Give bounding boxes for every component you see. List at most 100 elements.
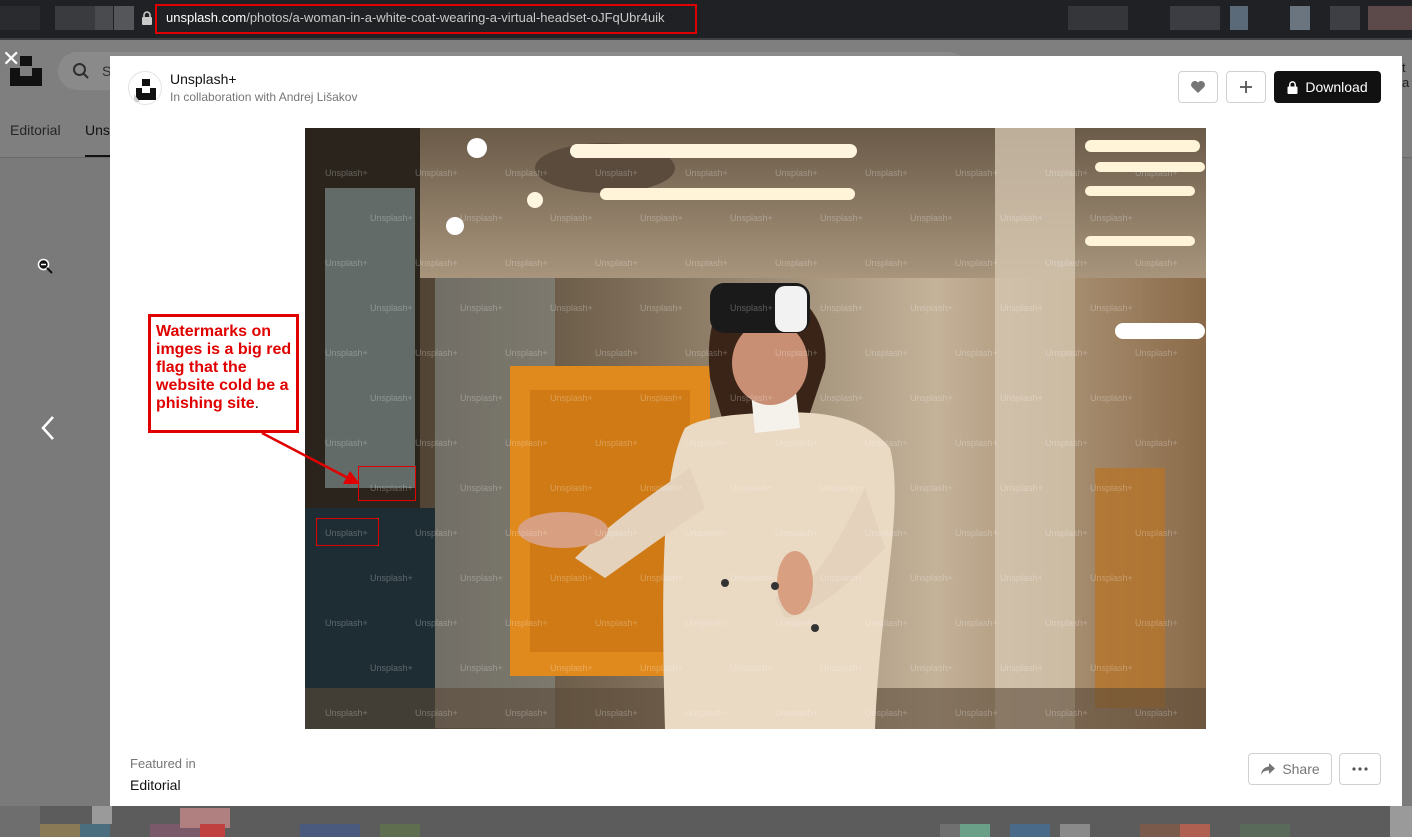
- zoom-out-icon[interactable]: [37, 258, 53, 274]
- svg-text:Unsplash+: Unsplash+: [1135, 708, 1178, 718]
- annotation-line: flag that the: [156, 359, 247, 376]
- svg-text:Unsplash+: Unsplash+: [505, 708, 548, 718]
- svg-text:Unsplash+: Unsplash+: [460, 663, 503, 673]
- active-tab-indicator: [85, 155, 110, 157]
- svg-text:Unsplash+: Unsplash+: [910, 393, 953, 403]
- svg-text:Unsplash+: Unsplash+: [640, 213, 683, 223]
- nav-tab-editorial[interactable]: Editorial: [10, 122, 61, 138]
- svg-text:Unsplash+: Unsplash+: [1090, 393, 1133, 403]
- blurred-region: [55, 6, 95, 30]
- svg-text:Unsplash+: Unsplash+: [415, 168, 458, 178]
- svg-text:Unsplash+: Unsplash+: [775, 528, 818, 538]
- svg-text:Unsplash+: Unsplash+: [415, 618, 458, 628]
- svg-text:Unsplash+: Unsplash+: [1090, 483, 1133, 493]
- main-photo[interactable]: Unsplash+ Unsplash+ Unsplash+ Unsplash+ Unsp…: [305, 128, 1206, 729]
- svg-text:Unsplash+: Unsplash+: [370, 303, 413, 313]
- svg-text:Unsplash+: Unsplash+: [1045, 258, 1088, 268]
- svg-text:Unsplash+: Unsplash+: [505, 348, 548, 358]
- blurred-region: [1330, 6, 1360, 30]
- owner-name[interactable]: Unsplash+: [170, 71, 237, 87]
- svg-text:Unsplash+: Unsplash+: [865, 528, 908, 538]
- svg-text:Unsplash+: Unsplash+: [730, 303, 773, 313]
- svg-text:Unsplash+: Unsplash+: [550, 303, 593, 313]
- svg-text:Unsplash+: Unsplash+: [685, 618, 728, 628]
- svg-text:Unsplash+: Unsplash+: [730, 213, 773, 223]
- heart-icon: [1191, 81, 1205, 93]
- more-icon: [1352, 767, 1368, 771]
- svg-text:Unsplash+: Unsplash+: [415, 348, 458, 358]
- svg-text:Unsplash+: Unsplash+: [1135, 258, 1178, 268]
- annotation-period: .: [254, 395, 260, 412]
- svg-text:Unsplash+: Unsplash+: [955, 258, 998, 268]
- svg-text:Unsplash+: Unsplash+: [595, 258, 638, 268]
- svg-text:Unsplash+: Unsplash+: [370, 393, 413, 403]
- svg-text:Unsplash+: Unsplash+: [415, 438, 458, 448]
- download-button[interactable]: Download: [1274, 71, 1381, 103]
- svg-text:Unsplash+: Unsplash+: [595, 528, 638, 538]
- svg-text:Unsplash+: Unsplash+: [955, 528, 998, 538]
- svg-text:Unsplash+: Unsplash+: [370, 213, 413, 223]
- avatar[interactable]: [128, 71, 162, 105]
- url-highlight-box: [155, 4, 697, 34]
- svg-text:Unsplash+: Unsplash+: [1090, 663, 1133, 673]
- share-button[interactable]: Share: [1248, 753, 1332, 785]
- photo-modal: Unsplash+ In collaboration with Andrej L…: [110, 56, 1402, 806]
- like-button[interactable]: [1178, 71, 1218, 103]
- svg-text:Unsplash+: Unsplash+: [865, 348, 908, 358]
- svg-text:Unsplash+: Unsplash+: [325, 168, 368, 178]
- svg-text:Unsplash+: Unsplash+: [1135, 348, 1178, 358]
- svg-text:Unsplash+: Unsplash+: [1045, 438, 1088, 448]
- blurred-region: [0, 6, 40, 30]
- photo-illustration: Unsplash+ Unsplash+ Unsplash+ Unsplash+ Unsp…: [305, 128, 1206, 729]
- svg-text:Unsplash+: Unsplash+: [820, 393, 863, 403]
- svg-text:Unsplash+: Unsplash+: [550, 663, 593, 673]
- svg-text:Unsplash+: Unsplash+: [865, 258, 908, 268]
- svg-text:Unsplash+: Unsplash+: [640, 393, 683, 403]
- svg-text:Unsplash+: Unsplash+: [775, 438, 818, 448]
- nav-tab-unsplash-plus[interactable]: Uns: [85, 122, 110, 138]
- annotation-callout: Watermarks on imges is a big red flag th…: [148, 314, 299, 433]
- svg-text:Unsplash+: Unsplash+: [640, 303, 683, 313]
- svg-text:Unsplash+: Unsplash+: [415, 708, 458, 718]
- chevron-left-icon[interactable]: [38, 414, 58, 442]
- svg-text:Unsplash+: Unsplash+: [910, 303, 953, 313]
- svg-text:Unsplash+: Unsplash+: [325, 618, 368, 628]
- svg-text:Unsplash+: Unsplash+: [550, 573, 593, 583]
- annotation-line: website cold be a: [156, 377, 289, 394]
- svg-text:Unsplash+: Unsplash+: [415, 258, 458, 268]
- featured-in-link[interactable]: Editorial: [130, 777, 181, 793]
- unsplash-plus-avatar-icon: [134, 79, 156, 102]
- svg-text:Unsplash+: Unsplash+: [865, 438, 908, 448]
- svg-text:Unsplash+: Unsplash+: [460, 393, 503, 403]
- svg-text:Unsplash+: Unsplash+: [820, 663, 863, 673]
- svg-text:Unsplash+: Unsplash+: [1045, 528, 1088, 538]
- svg-text:Unsplash+: Unsplash+: [730, 393, 773, 403]
- svg-text:Unsplash+: Unsplash+: [505, 168, 548, 178]
- svg-text:Unsplash+: Unsplash+: [1135, 438, 1178, 448]
- add-to-collection-button[interactable]: [1226, 71, 1266, 103]
- svg-text:Unsplash+: Unsplash+: [1045, 618, 1088, 628]
- svg-text:Unsplash+: Unsplash+: [685, 528, 728, 538]
- svg-text:Unsplash+: Unsplash+: [460, 483, 503, 493]
- svg-text:Unsplash+: Unsplash+: [325, 438, 368, 448]
- svg-text:Unsplash+: Unsplash+: [955, 708, 998, 718]
- svg-text:Unsplash+: Unsplash+: [1000, 663, 1043, 673]
- svg-text:Unsplash+: Unsplash+: [775, 708, 818, 718]
- blurred-region: [114, 6, 134, 30]
- lock-icon: [1287, 80, 1298, 94]
- svg-text:Unsplash+: Unsplash+: [505, 618, 548, 628]
- svg-text:Unsplash+: Unsplash+: [1135, 168, 1178, 178]
- svg-text:Unsplash+: Unsplash+: [1000, 213, 1043, 223]
- svg-text:Unsplash+: Unsplash+: [595, 168, 638, 178]
- svg-text:Unsplash+: Unsplash+: [685, 258, 728, 268]
- svg-text:Unsplash+: Unsplash+: [505, 528, 548, 538]
- svg-text:Unsplash+: Unsplash+: [910, 573, 953, 583]
- svg-text:Unsplash+: Unsplash+: [955, 438, 998, 448]
- svg-text:Unsplash+: Unsplash+: [865, 708, 908, 718]
- svg-text:Unsplash+: Unsplash+: [775, 168, 818, 178]
- svg-text:Unsplash+: Unsplash+: [730, 663, 773, 673]
- svg-text:Unsplash+: Unsplash+: [550, 393, 593, 403]
- svg-text:Unsplash+: Unsplash+: [1135, 618, 1178, 628]
- close-icon[interactable]: ✕: [2, 48, 20, 70]
- more-actions-button[interactable]: [1339, 753, 1381, 785]
